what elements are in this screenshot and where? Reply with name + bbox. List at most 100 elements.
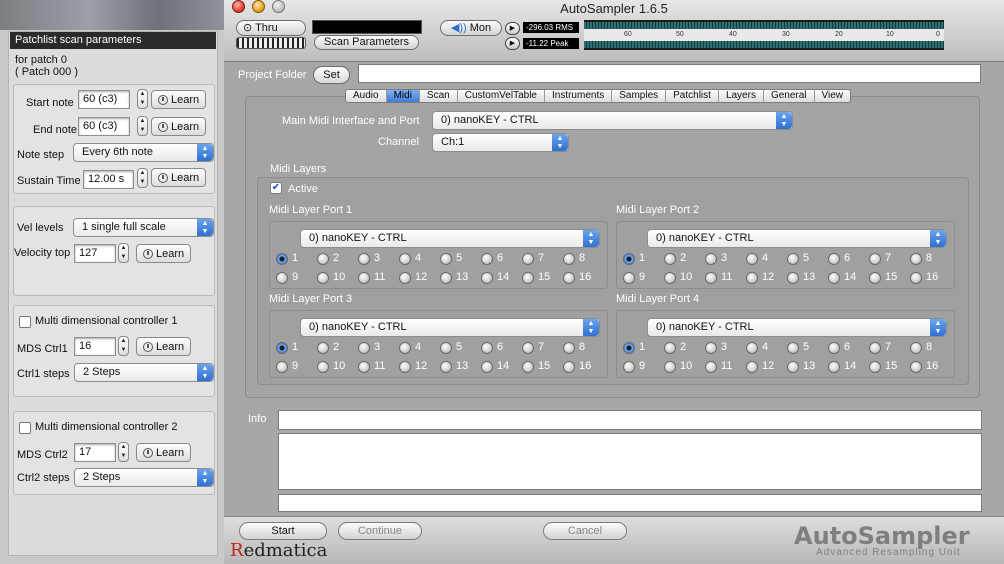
scan-parameters-button[interactable]: Scan Parameters <box>314 35 419 50</box>
port-3-channel-radio[interactable] <box>481 361 493 373</box>
port-2-channel-radio[interactable] <box>869 272 881 284</box>
port-2-channel-radio[interactable] <box>746 272 758 284</box>
port-1-channel-radio[interactable] <box>317 272 329 284</box>
info-field[interactable] <box>278 410 982 430</box>
port-1-channel-radio[interactable] <box>399 253 411 265</box>
port-3-channel-radio[interactable] <box>317 361 329 373</box>
active-checkbox[interactable]: ✔ <box>270 182 282 194</box>
port-4-channel-radio[interactable] <box>664 361 676 373</box>
tab-general[interactable]: General <box>764 90 815 102</box>
mds2-field[interactable]: 17 <box>74 443 116 462</box>
port-4-channel-radio[interactable] <box>828 361 840 373</box>
port-2-channel-radio[interactable] <box>828 253 840 265</box>
port-1-channel-radio[interactable] <box>399 272 411 284</box>
velocity-top-field[interactable]: 127 <box>74 244 116 263</box>
mds1-learn-button[interactable]: Learn <box>136 337 192 356</box>
tab-samples[interactable]: Samples <box>612 90 667 102</box>
port-1-channel-radio[interactable] <box>317 253 329 265</box>
port-4-channel-radio[interactable] <box>664 342 676 354</box>
port-1-channel-radio[interactable] <box>522 253 534 265</box>
ctrl1-steps-select[interactable]: 2 Steps ▲ ▼ <box>74 363 214 382</box>
port-4-channel-radio[interactable] <box>869 361 881 373</box>
end-note-field[interactable]: 60 (c3) <box>78 117 130 136</box>
mds2-stepper[interactable]: ▲ ▼ <box>118 442 129 462</box>
play-rms-icon[interactable]: ▶ <box>505 22 520 35</box>
cancel-button[interactable]: Cancel <box>543 522 627 540</box>
port-3-channel-radio[interactable] <box>399 342 411 354</box>
port-2-channel-radio[interactable] <box>787 253 799 265</box>
start-note-field[interactable]: 60 (c3) <box>78 90 130 109</box>
port-3-channel-radio[interactable] <box>276 342 288 354</box>
port-3-channel-radio[interactable] <box>522 342 534 354</box>
port-2-channel-radio[interactable] <box>664 272 676 284</box>
port-4-channel-radio[interactable] <box>705 361 717 373</box>
port-1-channel-radio[interactable] <box>563 272 575 284</box>
sustain-time-stepper[interactable]: ▲ ▼ <box>137 168 148 188</box>
port-2-channel-radio[interactable] <box>623 272 635 284</box>
port-2-channel-radio[interactable] <box>787 272 799 284</box>
port-4-channel-radio[interactable] <box>910 361 922 373</box>
port-1-channel-radio[interactable] <box>481 253 493 265</box>
port-4-channel-radio[interactable] <box>623 342 635 354</box>
continue-button[interactable]: Continue <box>338 522 422 540</box>
port-2-channel-radio[interactable] <box>705 253 717 265</box>
mdc2-checkbox[interactable] <box>19 422 31 434</box>
port-2-channel-radio[interactable] <box>664 253 676 265</box>
midi-layer-port-1-select[interactable]: 0) nanoKEY - CTRL ▲ ▼ <box>300 229 600 248</box>
tab-customveltable[interactable]: CustomVelTable <box>458 90 545 102</box>
channel-select[interactable]: Ch:1 ▲ ▼ <box>432 133 569 152</box>
port-1-channel-radio[interactable] <box>563 253 575 265</box>
port-2-channel-radio[interactable] <box>746 253 758 265</box>
port-4-channel-radio[interactable] <box>787 342 799 354</box>
start-note-learn-button[interactable]: Learn <box>151 90 207 109</box>
port-2-channel-radio[interactable] <box>869 253 881 265</box>
velocity-top-stepper[interactable]: ▲ ▼ <box>118 243 129 263</box>
close-icon[interactable] <box>232 0 245 13</box>
port-1-channel-radio[interactable] <box>276 272 288 284</box>
tab-layers[interactable]: Layers <box>719 90 764 102</box>
tab-instruments[interactable]: Instruments <box>545 90 613 102</box>
port-3-channel-radio[interactable] <box>358 361 370 373</box>
port-3-channel-radio[interactable] <box>481 342 493 354</box>
thru-button[interactable]: ⊙ Thru <box>236 20 306 36</box>
port-4-channel-radio[interactable] <box>623 361 635 373</box>
port-4-channel-radio[interactable] <box>869 342 881 354</box>
port-1-channel-radio[interactable] <box>440 253 452 265</box>
port-2-channel-radio[interactable] <box>623 253 635 265</box>
play-peak-icon[interactable]: ▶ <box>505 37 520 50</box>
ctrl2-steps-select[interactable]: 2 Steps ▲ ▼ <box>74 468 214 487</box>
midi-layer-port-2-select[interactable]: 0) nanoKEY - CTRL ▲ ▼ <box>647 229 947 248</box>
port-2-channel-radio[interactable] <box>910 272 922 284</box>
tab-view[interactable]: View <box>815 90 851 102</box>
start-button[interactable]: Start <box>239 522 327 540</box>
velocity-learn-button[interactable]: Learn <box>136 244 192 263</box>
project-folder-field[interactable] <box>358 64 981 83</box>
main-midi-port-select[interactable]: 0) nanoKEY - CTRL ▲ ▼ <box>432 111 793 130</box>
port-1-channel-radio[interactable] <box>358 253 370 265</box>
port-4-channel-radio[interactable] <box>910 342 922 354</box>
set-project-folder-button[interactable]: Set <box>313 66 350 84</box>
sustain-learn-button[interactable]: Learn <box>151 168 207 187</box>
port-4-channel-radio[interactable] <box>787 361 799 373</box>
port-3-channel-radio[interactable] <box>522 361 534 373</box>
tab-scan[interactable]: Scan <box>420 90 458 102</box>
mdc1-checkbox[interactable] <box>19 316 31 328</box>
start-note-stepper[interactable]: ▲ ▼ <box>137 89 148 109</box>
vel-levels-select[interactable]: 1 single full scale ▲ ▼ <box>73 218 214 237</box>
info-status-field[interactable] <box>278 494 982 512</box>
tab-audio[interactable]: Audio <box>346 90 387 102</box>
mds1-stepper[interactable]: ▲ ▼ <box>118 336 129 356</box>
port-3-channel-radio[interactable] <box>563 342 575 354</box>
tab-midi[interactable]: Midi <box>386 90 420 102</box>
port-3-channel-radio[interactable] <box>358 342 370 354</box>
mds2-learn-button[interactable]: Learn <box>136 443 192 462</box>
port-1-channel-radio[interactable] <box>440 272 452 284</box>
midi-layer-port-3-select[interactable]: 0) nanoKEY - CTRL ▲ ▼ <box>300 318 600 337</box>
port-2-channel-radio[interactable] <box>828 272 840 284</box>
minimize-icon[interactable] <box>252 0 265 13</box>
port-1-channel-radio[interactable] <box>358 272 370 284</box>
port-3-channel-radio[interactable] <box>563 361 575 373</box>
port-3-channel-radio[interactable] <box>317 342 329 354</box>
sustain-time-field[interactable]: 12.00 s <box>83 170 134 189</box>
end-note-learn-button[interactable]: Learn <box>151 117 207 136</box>
